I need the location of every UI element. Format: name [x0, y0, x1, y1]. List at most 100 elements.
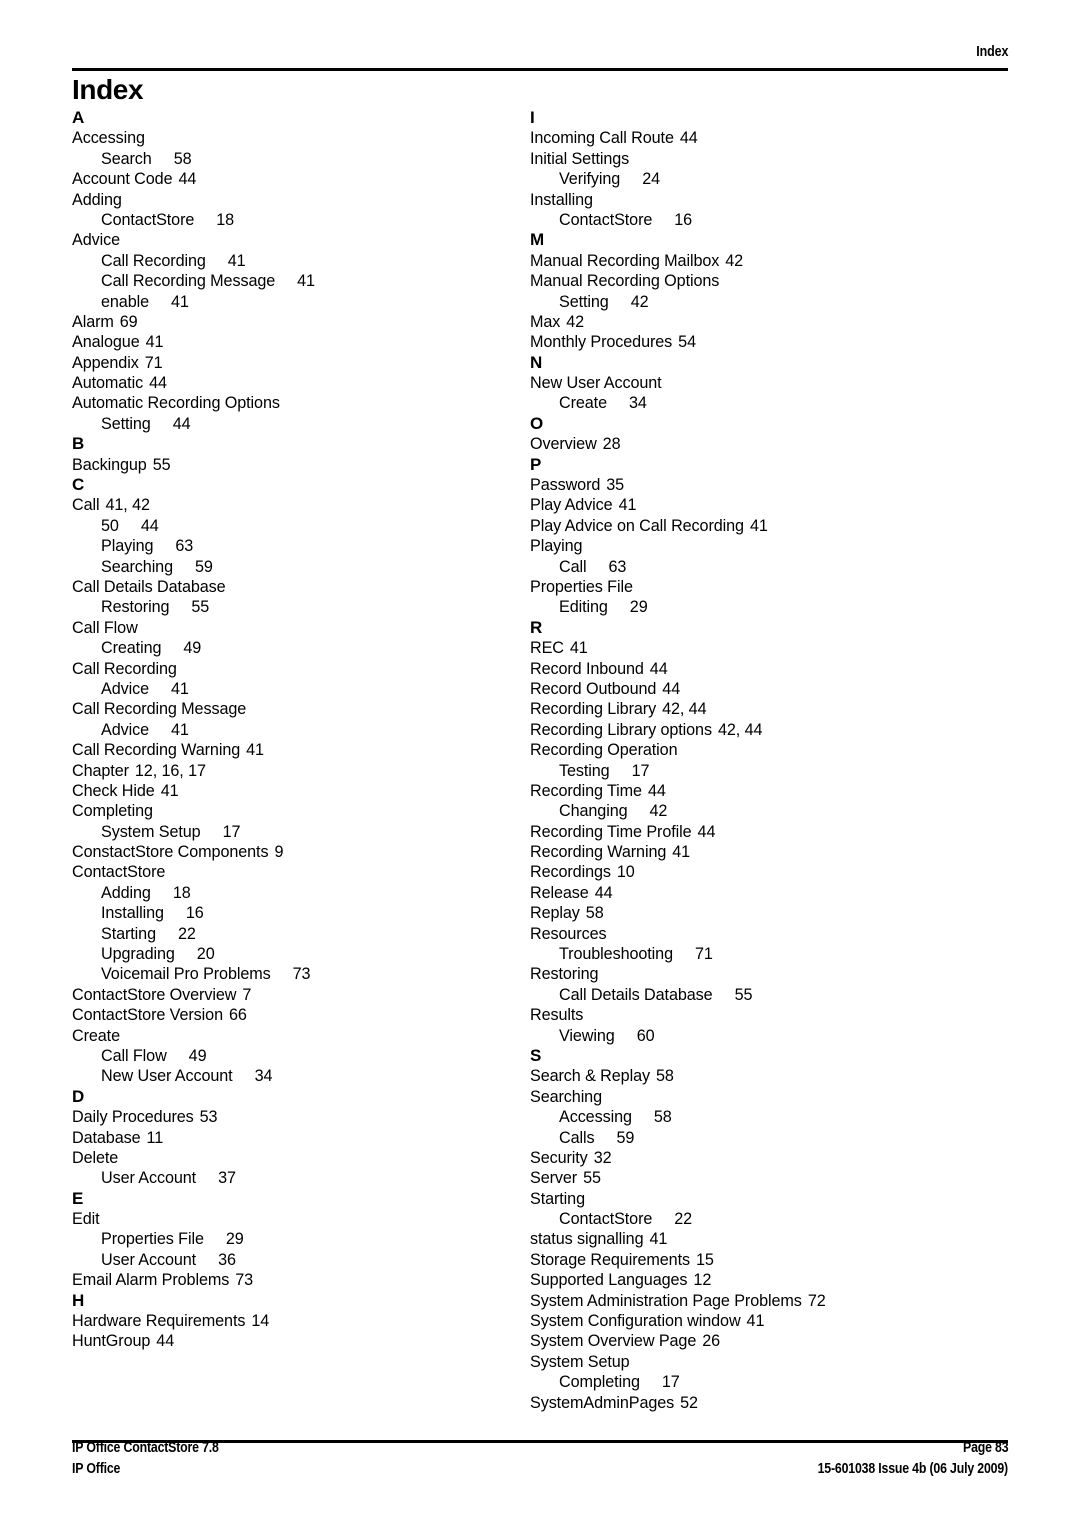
index-entry-label: Call [559, 557, 587, 576]
index-entry-page-ref: 29 [225, 1230, 244, 1249]
index-subentry: Testing 17 [530, 761, 970, 781]
index-subentry: Advice 41 [72, 679, 512, 699]
index-entry-label: Call Recording [72, 659, 177, 678]
index-entry-label: ContactStore Overview [72, 985, 237, 1004]
index-entry-label: Edit [72, 1210, 100, 1229]
index-entry: Password 35 [530, 475, 970, 495]
index-entry-label: Completing [559, 1373, 640, 1392]
index-entry-page-ref: 41 [246, 741, 264, 760]
index-entry-label: Search [101, 149, 152, 168]
index-entry-label: Properties File [101, 1230, 204, 1249]
index-entry: Database 11 [72, 1128, 512, 1148]
index-entry-label: Call Details Database [72, 577, 226, 596]
index-subentry: Setting 44 [72, 414, 512, 434]
index-entry-label: Results [530, 1006, 584, 1025]
index-entry-label: Create [72, 1026, 120, 1045]
index-entry-label: Call Flow [72, 618, 138, 637]
index-subentry: Troubleshooting 71 [530, 944, 970, 964]
index-entry-label: Editing [559, 598, 608, 617]
index-entry-page-ref: 37 [218, 1169, 236, 1188]
index-entry: Monthly Procedures 54 [530, 332, 970, 352]
index-entry-page-ref: 34 [254, 1067, 273, 1086]
index-entry-label: Setting [559, 292, 609, 311]
index-entry-page-ref: 58 [653, 1108, 672, 1127]
index-entry-label: Calls [559, 1128, 595, 1147]
index-entry-page-ref: 41 [569, 639, 588, 658]
index-entry: Overview 28 [530, 434, 970, 454]
index-entry: ContactStore Version 66 [72, 1005, 512, 1025]
index-subentry: Properties File 29 [72, 1229, 512, 1249]
index-entry-page-ref: 12 [693, 1271, 712, 1290]
index-entry: Initial Settings [530, 149, 970, 169]
index-subentry: enable 41 [72, 292, 512, 312]
index-subentry: System Setup 17 [72, 822, 512, 842]
running-header: Index [72, 44, 1008, 74]
index-entry: ContactStore [72, 862, 512, 882]
index-entry-page-ref: 22 [674, 1210, 693, 1229]
index-entry-page-ref: 20 [196, 945, 215, 964]
index-subentry: Editing 29 [530, 597, 970, 617]
index-entry: System Overview Page 26 [530, 1331, 970, 1351]
index-entry-label: Troubleshooting [559, 945, 673, 964]
index-entry-label: ContactStore Version [72, 1006, 223, 1025]
index-entry-page-ref: 42, 44 [662, 700, 707, 719]
index-entry-page-ref: 69 [119, 312, 138, 331]
index-entry-label: Analogue [72, 333, 140, 352]
index-entry-label: Daily Procedures [72, 1108, 194, 1127]
index-entry: Search & Replay 58 [530, 1066, 970, 1086]
index-entry-label: Advice [101, 679, 149, 698]
index-subentry: Viewing 60 [530, 1026, 970, 1046]
index-letter-heading: E [72, 1188, 84, 1208]
index-entry-label: Properties File [530, 577, 633, 596]
index-entry: Restoring [530, 964, 970, 984]
index-entry: Recording Time Profile 44 [530, 822, 970, 842]
index-entry-page-ref: 7 [242, 985, 252, 1004]
index-entry: Recording Library 42, 44 [530, 699, 970, 719]
index-entry-label: Upgrading [101, 945, 175, 964]
index-entry-label: Searching [101, 557, 173, 576]
index-entry: ContactStore Overview 7 [72, 985, 512, 1005]
index-subentry: ContactStore 16 [530, 210, 970, 230]
index-subentry: New User Account 34 [72, 1066, 512, 1086]
index-entry-label: Server [530, 1169, 578, 1188]
index-entry-label: ContactStore [559, 210, 653, 229]
index-entry-page-ref: 16 [674, 210, 693, 229]
index-subentry: Voicemail Pro Problems 73 [72, 964, 512, 984]
index-entry-label: Chapter [72, 761, 129, 780]
index-entry: Storage Requirements 15 [530, 1250, 970, 1270]
index-entry-label: Viewing [559, 1026, 615, 1045]
index-entry: Resources [530, 924, 970, 944]
index-entry-page-ref: 11 [146, 1128, 164, 1147]
index-entry-label: Call [72, 496, 100, 515]
index-entry: Appendix 71 [72, 353, 512, 373]
index-entry-page-ref: 73 [292, 965, 311, 984]
index-entry-label: ContactStore [559, 1210, 653, 1229]
index-entry-page-ref: 22 [178, 924, 196, 943]
index-entry: System Configuration window 41 [530, 1311, 970, 1331]
index-entry-label: Search & Replay [530, 1067, 650, 1086]
index-entry-page-ref: 24 [642, 170, 660, 189]
index-entry-label: Appendix [72, 353, 139, 372]
index-entry: SystemAdminPages 52 [530, 1393, 970, 1413]
index-letter-heading: H [72, 1290, 85, 1310]
index-entry-page-ref: 17 [661, 1373, 680, 1392]
index-entry-page-ref: 42, 44 [717, 720, 763, 739]
index-entry: Email Alarm Problems 73 [72, 1270, 512, 1290]
index-entry: status signalling 41 [530, 1229, 970, 1249]
page-title: Index [72, 74, 144, 105]
index-entry: HuntGroup 44 [72, 1331, 512, 1351]
index-entry: Automatic Recording Options [72, 393, 512, 413]
index-letter-heading: C [72, 475, 85, 495]
index-entry-page-ref: 41 [746, 1312, 765, 1331]
index-entry-page-ref: 28 [602, 435, 621, 454]
index-entry-page-ref: 44 [649, 659, 668, 678]
index-letter-heading: M [530, 230, 545, 250]
index-entry-label: Searching [530, 1087, 602, 1106]
index-entry-page-ref: 41 [297, 272, 315, 291]
index-entry-label: Manual Recording Options [530, 272, 720, 291]
index-entry-page-ref: 44 [172, 414, 191, 433]
index-subentry: Playing 63 [72, 536, 512, 556]
index-entry-label: Call Recording Message [72, 700, 247, 719]
index-entry-label: Hardware Requirements [72, 1312, 246, 1331]
footer-document-id: 15-601038 Issue 4b (06 July 2009) [817, 1461, 1009, 1477]
